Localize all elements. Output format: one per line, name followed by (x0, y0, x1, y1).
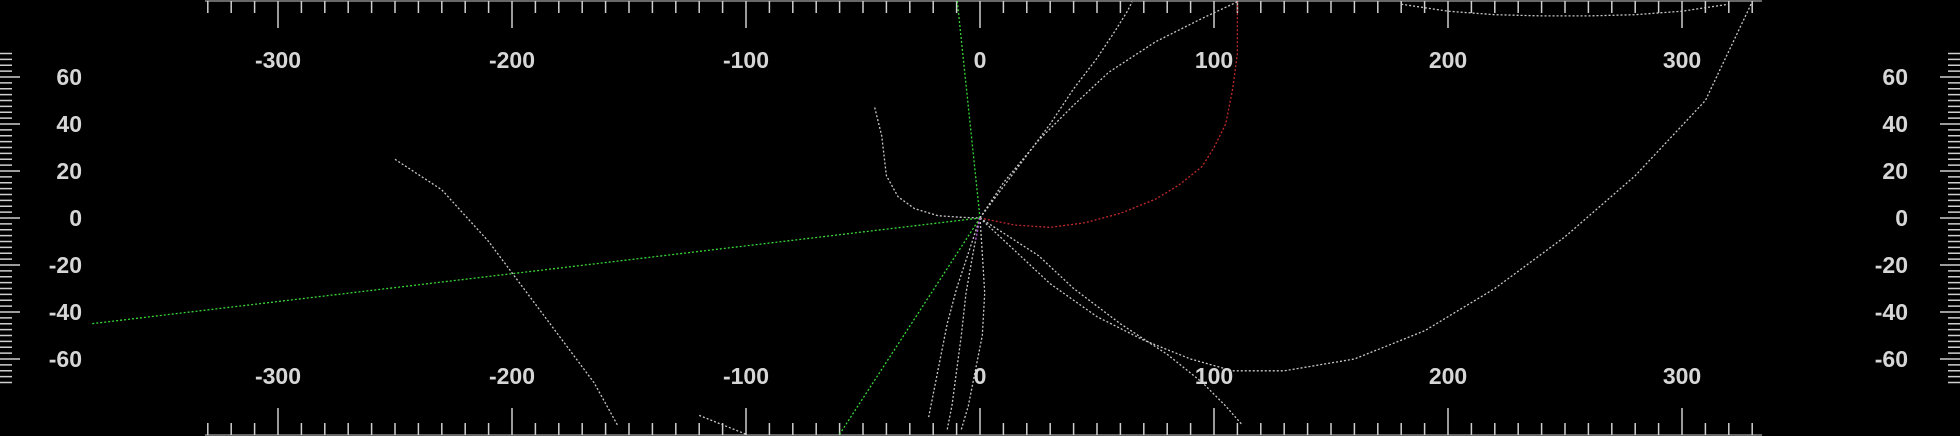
bottom-x-tick-label: -100 (723, 363, 769, 389)
right-y-tick-label: 0 (1895, 205, 1908, 231)
bottom-x-tick-label: -300 (255, 363, 301, 389)
right-y-tick-label: 20 (1882, 158, 1908, 184)
top-x-tick-label: -300 (255, 47, 301, 73)
right-y-tick-label: -60 (1875, 346, 1908, 372)
top-x-tick-label: 200 (1429, 47, 1467, 73)
chart-canvas: -300-300-200-200-100-1000010010020020030… (0, 0, 1960, 436)
top-x-tick-label: 100 (1195, 47, 1233, 73)
bottom-x-tick-label: 300 (1663, 363, 1701, 389)
bottom-x-tick-label: 100 (1195, 363, 1233, 389)
top-x-tick-label: -100 (723, 47, 769, 73)
bottom-x-tick-label: -200 (489, 363, 535, 389)
top-x-tick-label: 0 (974, 47, 987, 73)
top-x-tick-label: 300 (1663, 47, 1701, 73)
right-y-tick-label: 40 (1882, 111, 1908, 137)
left-y-tick-label: -60 (49, 346, 82, 372)
left-y-tick-label: 0 (69, 205, 82, 231)
bottom-x-tick-label: 200 (1429, 363, 1467, 389)
right-y-tick-label: -40 (1875, 299, 1908, 325)
left-y-tick-label: 20 (56, 158, 82, 184)
left-y-tick-label: -40 (49, 299, 82, 325)
top-x-tick-label: -200 (489, 47, 535, 73)
left-y-tick-label: -20 (49, 252, 82, 278)
left-y-tick-label: 60 (56, 64, 82, 90)
right-y-tick-label: -20 (1875, 252, 1908, 278)
right-y-tick-label: 60 (1882, 64, 1908, 90)
left-y-tick-label: 40 (56, 111, 82, 137)
bottom-x-tick-label: 0 (974, 363, 987, 389)
